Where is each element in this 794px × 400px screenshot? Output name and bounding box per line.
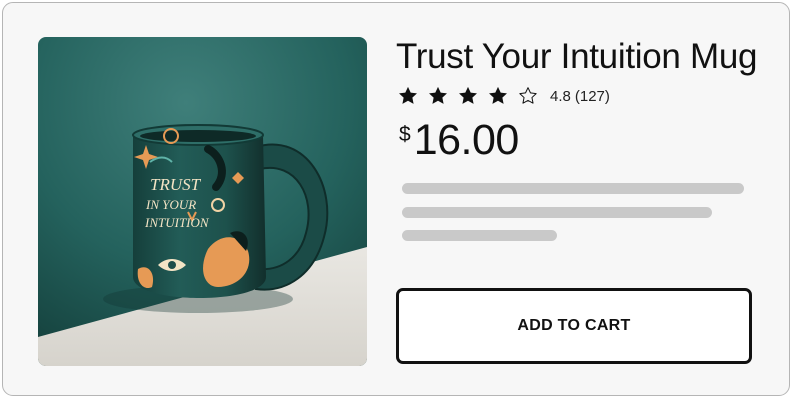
mug-print-line-1: TRUST xyxy=(150,175,202,194)
price-currency: $ xyxy=(399,123,411,146)
mug-print-line-3: INTUITION xyxy=(144,215,210,230)
star-empty-icon xyxy=(519,87,537,104)
add-to-cart-button[interactable]: ADD TO CART xyxy=(396,288,752,364)
price-amount: 16.00 xyxy=(413,116,520,164)
rating-count: (127) xyxy=(574,87,610,105)
product-image[interactable]: TRUST IN YOUR INTUITION xyxy=(38,37,367,366)
product-card: TRUST IN YOUR INTUITION Trust Your Intui… xyxy=(2,2,790,396)
rating-summary: 4.8 (127) xyxy=(550,88,610,105)
mug-print-line-2: IN YOUR xyxy=(145,197,196,212)
description-placeholder-line xyxy=(402,207,712,218)
star-filled-icon xyxy=(399,86,417,104)
product-title: Trust Your Intuition Mug xyxy=(396,37,758,76)
description-placeholder-line xyxy=(402,230,557,241)
star-filled-icon xyxy=(429,86,447,104)
product-rating: 4.8 (127) xyxy=(397,83,610,109)
star-filled-icon xyxy=(489,86,507,104)
rating-value: 4.8 xyxy=(550,87,571,105)
star-filled-icon xyxy=(459,86,477,104)
product-price: $ 16.00 xyxy=(399,116,520,164)
description-placeholder-line xyxy=(402,183,744,194)
